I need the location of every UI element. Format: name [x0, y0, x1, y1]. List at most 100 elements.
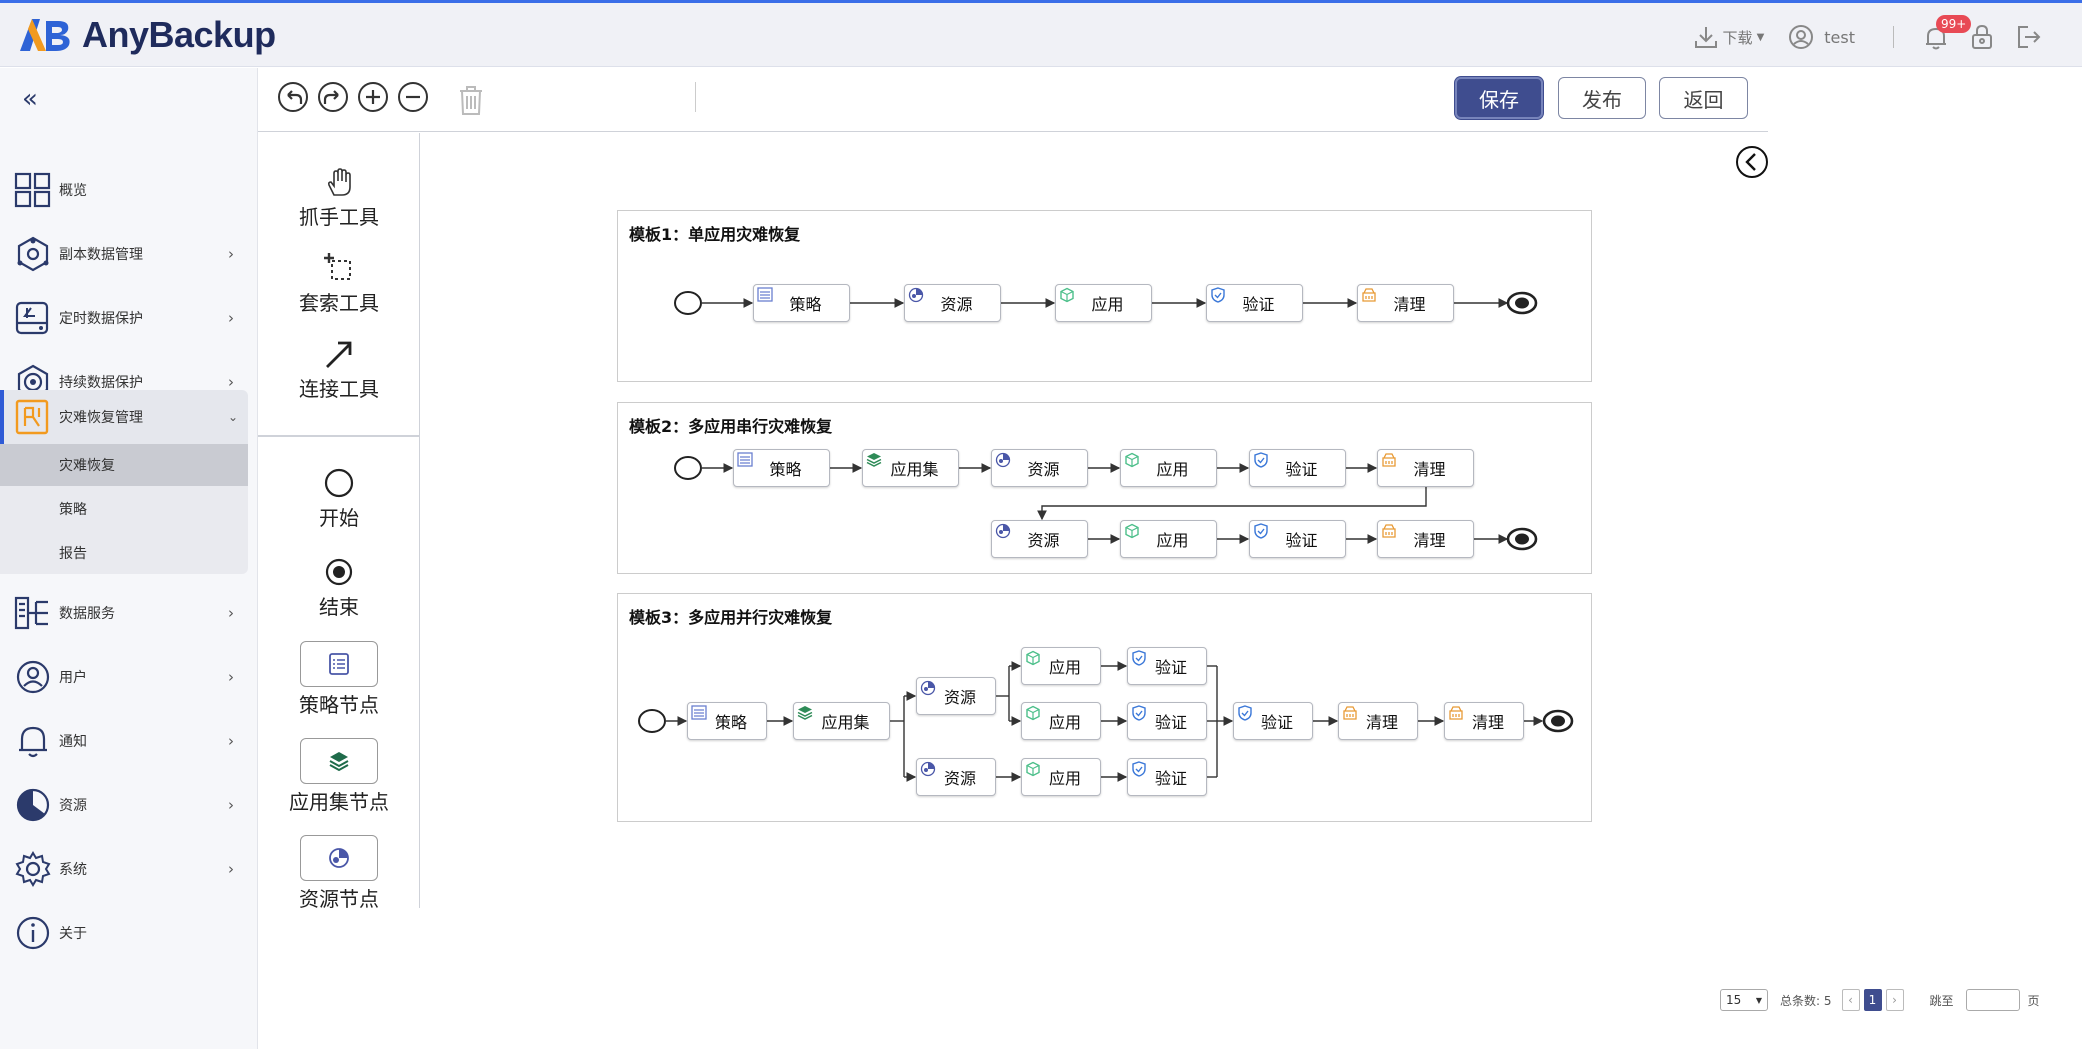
start-circle-icon: [324, 468, 354, 498]
template-title: 模板3：多应用并行灾难恢复: [629, 608, 833, 627]
undo-icon[interactable]: [277, 81, 309, 113]
resource-node-tool[interactable]: 资源节点: [258, 835, 419, 908]
verify-node[interactable]: 验证: [1127, 758, 1207, 796]
end-node[interactable]: [1506, 527, 1538, 551]
start-node-tool[interactable]: 开始: [258, 466, 419, 531]
start-node[interactable]: [674, 456, 702, 480]
sidebar-item-user[interactable]: 用户 ›: [0, 645, 248, 709]
connect-tool[interactable]: 连接工具: [258, 337, 419, 402]
resource-node[interactable]: 资源: [991, 520, 1088, 558]
verify-node[interactable]: 验证: [1249, 520, 1346, 558]
notification-button[interactable]: 99+: [1922, 15, 1972, 51]
jump-page-input[interactable]: [1965, 989, 2020, 1011]
lasso-tool[interactable]: 套索工具: [258, 251, 419, 316]
cleanup-node[interactable]: 清理: [1444, 702, 1524, 740]
collapse-panel-icon[interactable]: [1735, 145, 1769, 179]
end-circle-icon: [325, 558, 353, 586]
zoom-out-icon[interactable]: [397, 81, 429, 113]
logout-button[interactable]: [2014, 23, 2042, 51]
start-node[interactable]: [638, 709, 666, 733]
policy-node[interactable]: 策略: [687, 702, 767, 740]
template-card-serial-app[interactable]: 模板2：多应用串行灾难恢复 策略 应用集 资源 应用 验证 清理 资源 应用 验证 清理: [617, 402, 1592, 574]
save-button[interactable]: 保存: [1455, 77, 1543, 119]
resource-node[interactable]: 资源: [904, 284, 1001, 322]
template-card-parallel-app[interactable]: 模板3：多应用并行灾难恢复 策略 应用集 资源 资源 应用 应用 应用 验证 验证 验证 验证 清理清…: [617, 593, 1592, 822]
sidebar-item-about[interactable]: 关于: [0, 901, 248, 965]
appset-node[interactable]: 应用集: [793, 702, 890, 740]
app-node[interactable]: 应用: [1120, 449, 1217, 487]
sidebar-subitem-policy[interactable]: 策略: [0, 488, 248, 530]
verify-node[interactable]: 验证: [1127, 647, 1207, 685]
disaster-recovery-icon: [15, 399, 49, 435]
verify-node[interactable]: 验证: [1249, 449, 1346, 487]
app-node-icon: [1026, 650, 1040, 666]
end-node-tool[interactable]: 结束: [258, 555, 419, 620]
app-node[interactable]: 应用: [1021, 702, 1101, 740]
appset-node[interactable]: 应用集: [862, 449, 959, 487]
user-menu[interactable]: test: [1788, 24, 1855, 50]
resource-node[interactable]: 资源: [991, 449, 1088, 487]
sidebar-subitem-report[interactable]: 报告: [0, 532, 248, 574]
verify-node-icon: [1254, 452, 1268, 468]
sidebar-item-scheduled-protect[interactable]: 定时数据保护 ›: [0, 286, 248, 350]
chevron-right-icon: ›: [228, 668, 234, 686]
start-node[interactable]: [674, 291, 702, 315]
download-icon: [1694, 27, 1717, 48]
app-node[interactable]: 应用: [1120, 520, 1217, 558]
verify-node-icon: [1238, 705, 1252, 721]
next-page-button[interactable]: ›: [1885, 989, 1904, 1011]
lock-button[interactable]: [1968, 23, 1996, 51]
chevron-right-icon: ›: [228, 309, 234, 327]
sidebar-item-data-service[interactable]: 数据服务 ›: [0, 581, 248, 645]
resource-node-icon: [908, 287, 924, 303]
resource-node[interactable]: 资源: [916, 677, 996, 715]
sidebar-item-resource[interactable]: 资源 ›: [0, 773, 248, 837]
verify-node[interactable]: 验证: [1206, 284, 1303, 322]
publish-button[interactable]: 发布: [1558, 77, 1646, 119]
end-node[interactable]: [1506, 291, 1538, 315]
back-button[interactable]: 返回: [1659, 77, 1748, 119]
policy-node[interactable]: 策略: [753, 284, 850, 322]
app-node[interactable]: 应用: [1021, 647, 1101, 685]
end-node[interactable]: [1542, 709, 1574, 733]
pagination: 15 ▼ 总条数: 5 ‹ 1 › 跳至 页: [1720, 987, 2040, 1013]
verify-node[interactable]: 验证: [1127, 702, 1207, 740]
page-button-current[interactable]: 1: [1863, 989, 1882, 1011]
policy-node-icon: [757, 287, 773, 302]
policy-node-icon: [737, 452, 753, 467]
policy-node-tool[interactable]: 策略节点: [258, 641, 419, 718]
node-label: 应用: [1091, 295, 1124, 314]
node-label: 应用: [1048, 658, 1081, 677]
sidebar-item-overview[interactable]: 概览: [0, 158, 248, 222]
resource-node[interactable]: 资源: [916, 758, 996, 796]
verify-node[interactable]: 验证: [1233, 702, 1313, 740]
cleanup-node[interactable]: 清理: [1338, 702, 1418, 740]
page-size-select[interactable]: 15 ▼: [1720, 989, 1768, 1011]
download-button[interactable]: 下载 ▼: [1693, 24, 1765, 50]
prev-page-button[interactable]: ‹: [1841, 989, 1860, 1011]
sidebar-item-system[interactable]: 系统 ›: [0, 837, 248, 901]
template-card-single-app[interactable]: 模板1：单应用灾难恢复 策略 资源 应用 验证 清理: [617, 210, 1592, 382]
collapse-sidebar-icon[interactable]: «: [22, 84, 38, 114]
policy-node[interactable]: 策略: [733, 449, 830, 487]
chevron-down-icon: ▼: [1756, 31, 1765, 43]
delete-icon[interactable]: [455, 84, 487, 116]
resource-node-icon: [920, 680, 936, 696]
sidebar-item-notification[interactable]: 通知 ›: [0, 709, 248, 773]
cleanup-node[interactable]: 清理: [1377, 520, 1474, 558]
zoom-in-icon[interactable]: [357, 81, 389, 113]
gear-icon: [15, 851, 51, 887]
redo-icon[interactable]: [317, 81, 349, 113]
logo[interactable]: AnyBackup: [18, 13, 276, 57]
sidebar-item-copy-data[interactable]: 副本数据管理 ›: [0, 222, 248, 286]
policy-icon: [329, 653, 349, 675]
app-node[interactable]: 应用: [1055, 284, 1152, 322]
app-node[interactable]: 应用: [1021, 758, 1101, 796]
cleanup-node[interactable]: 清理: [1357, 284, 1454, 322]
hand-tool[interactable]: 抓手工具: [258, 165, 419, 230]
cleanup-node[interactable]: 清理: [1377, 449, 1474, 487]
appset-node-tool[interactable]: 应用集节点: [258, 738, 419, 815]
app-node-icon: [1060, 287, 1074, 303]
sidebar-subitem-disaster-recovery[interactable]: 灾难恢复: [0, 444, 248, 486]
sidebar-item-disaster-recovery[interactable]: 灾难恢复管理 ⌄: [0, 390, 248, 444]
